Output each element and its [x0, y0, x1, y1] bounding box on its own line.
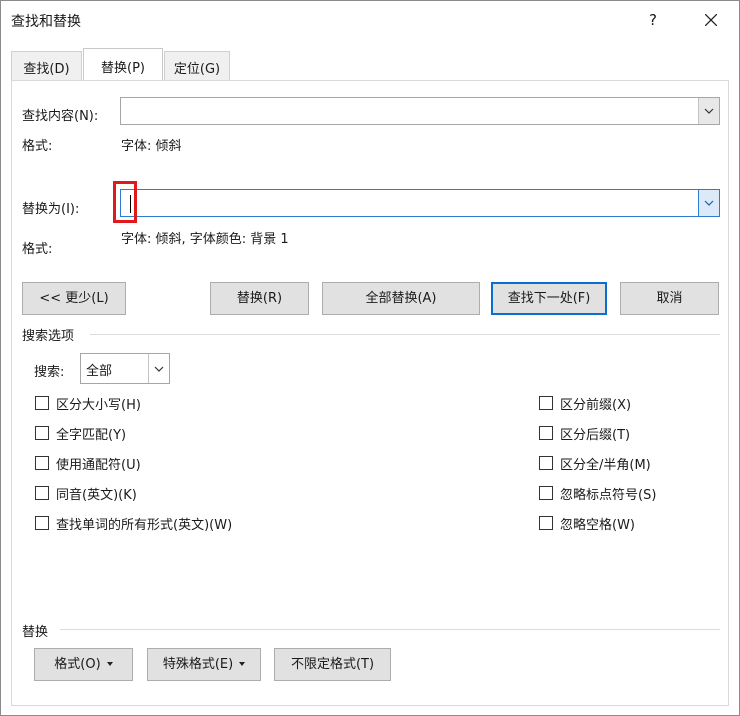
replace-section-divider [60, 629, 720, 630]
find-format-value: 字体: 倾斜 [121, 139, 182, 154]
search-direction-select[interactable]: 全部 [80, 353, 170, 384]
replace-format-label: 格式: [22, 242, 53, 257]
chevron-down-icon [704, 108, 714, 114]
no-formatting-button[interactable]: 不限定格式(T) [274, 648, 391, 681]
find-format-label: 格式: [22, 139, 53, 154]
replace-format-value: 字体: 倾斜, 字体颜色: 背景 1 [121, 232, 289, 247]
replace-with-label: 替换为(I): [22, 202, 80, 217]
tab-goto[interactable]: 定位(G) [164, 51, 230, 80]
all-word-forms-checkbox[interactable] [35, 516, 49, 530]
tab-find[interactable]: 查找(D) [11, 51, 82, 80]
find-history-dropdown[interactable] [698, 98, 719, 124]
help-button[interactable]: ? [641, 9, 665, 31]
all-word-forms-label[interactable]: 查找单词的所有形式(英文)(W) [56, 514, 232, 533]
ignore-whitespace-checkbox[interactable] [539, 516, 553, 530]
match-prefix-label[interactable]: 区分前缀(X) [560, 394, 631, 413]
whole-word-checkbox[interactable] [35, 426, 49, 440]
replace-section-title: 替换 [22, 625, 49, 640]
search-options-title: 搜索选项 [22, 329, 75, 344]
dropdown-arrow-icon [106, 661, 113, 666]
match-width-label[interactable]: 区分全/半角(M) [560, 454, 651, 473]
wildcards-label[interactable]: 使用通配符(U) [56, 454, 141, 473]
wildcards-checkbox[interactable] [35, 456, 49, 470]
special-format-button[interactable]: 特殊格式(E) [147, 648, 261, 681]
match-prefix-checkbox[interactable] [539, 396, 553, 410]
chevron-down-icon [154, 366, 164, 372]
match-suffix-label[interactable]: 区分后缀(T) [560, 424, 630, 443]
find-replace-dialog: 查找和替换 ? 查找(D) 替换(P) 定位(G) 查找内容(N): 格式: 字… [0, 0, 740, 716]
search-direction-dropdown[interactable] [148, 354, 169, 383]
search-options-divider [90, 334, 720, 335]
replace-history-dropdown[interactable] [698, 190, 719, 216]
chevron-down-icon [704, 200, 714, 206]
match-case-checkbox[interactable] [35, 396, 49, 410]
match-width-checkbox[interactable] [539, 456, 553, 470]
find-what-input[interactable] [120, 97, 720, 125]
less-button[interactable]: << 更少(L) [22, 282, 126, 315]
tab-panel: 查找内容(N): 格式: 字体: 倾斜 替换为(I): 格式: 字体: 倾斜, … [11, 80, 729, 706]
format-button-label: 格式(O) [54, 657, 101, 672]
ignore-whitespace-label[interactable]: 忽略空格(W) [560, 514, 635, 533]
close-icon [705, 14, 717, 26]
whole-word-label[interactable]: 全字匹配(Y) [56, 424, 126, 443]
match-case-label[interactable]: 区分大小写(H) [56, 394, 141, 413]
cancel-button[interactable]: 取消 [620, 282, 719, 315]
find-what-label: 查找内容(N): [22, 109, 99, 124]
close-button[interactable] [691, 5, 731, 35]
format-button[interactable]: 格式(O) [34, 648, 133, 681]
search-direction-value: 全部 [86, 364, 113, 379]
match-suffix-checkbox[interactable] [539, 426, 553, 440]
dialog-title: 查找和替换 [11, 14, 81, 30]
find-next-button[interactable]: 查找下一处(F) [491, 282, 607, 315]
ignore-punctuation-checkbox[interactable] [539, 486, 553, 500]
special-format-button-label: 特殊格式(E) [162, 657, 234, 672]
title-bar: 查找和替换 ? [1, 1, 739, 39]
replace-button[interactable]: 替换(R) [210, 282, 309, 315]
sounds-like-checkbox[interactable] [35, 486, 49, 500]
tab-replace[interactable]: 替换(P) [83, 48, 163, 80]
sounds-like-label[interactable]: 同音(英文)(K) [56, 484, 137, 503]
search-direction-label: 搜索: [34, 365, 65, 380]
replace-with-input[interactable] [120, 189, 720, 217]
dropdown-arrow-icon [239, 661, 246, 666]
ignore-punctuation-label[interactable]: 忽略标点符号(S) [560, 484, 656, 503]
highlight-annotation-box [113, 181, 137, 223]
replace-all-button[interactable]: 全部替换(A) [322, 282, 480, 315]
